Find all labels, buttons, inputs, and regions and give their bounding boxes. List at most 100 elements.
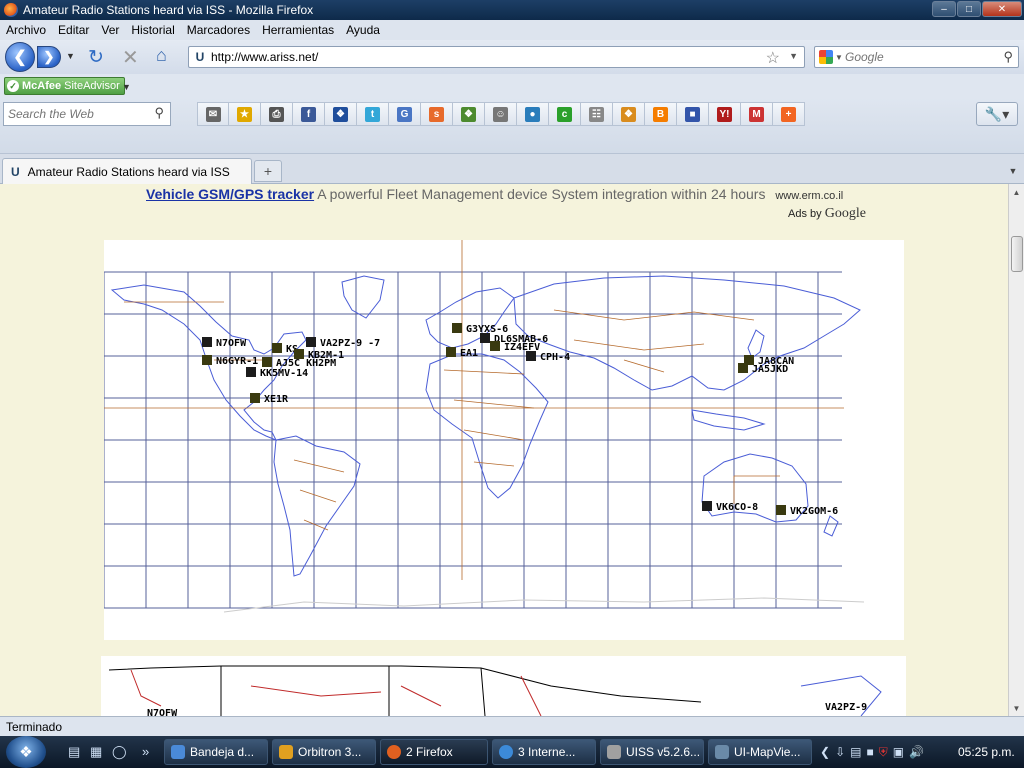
scroll-thumb[interactable] xyxy=(1011,236,1023,272)
scroll-down-icon[interactable]: ▼ xyxy=(1009,700,1024,716)
url-dropdown-icon[interactable]: ▼ xyxy=(789,51,798,61)
web-search-input[interactable] xyxy=(4,107,144,121)
quicklaunch-more-icon[interactable]: » xyxy=(142,744,149,759)
taskbar-item-firefox[interactable]: 2 Firefox xyxy=(380,739,488,765)
menu-ayuda[interactable]: Ayuda xyxy=(346,23,380,37)
station-marker[interactable]: KK5MV-14 xyxy=(246,367,308,379)
reload-icon[interactable]: ↻ xyxy=(88,46,104,69)
station-marker[interactable]: VA2PZ-9 -7 xyxy=(306,337,380,349)
forward-button[interactable]: ❯ xyxy=(37,46,61,68)
orkut-button[interactable]: c xyxy=(549,102,581,126)
history-dropdown-icon[interactable]: ▼ xyxy=(66,51,75,61)
ad-link[interactable]: Vehicle GSM/GPS tracker xyxy=(146,186,314,202)
tray-volume-icon[interactable]: 🔊 xyxy=(909,745,924,759)
taskbar-item-ui-mapview[interactable]: UI-MapVie... xyxy=(708,739,812,765)
reddit-button[interactable]: ☺ xyxy=(485,102,517,126)
search-icon[interactable]: ⚲ xyxy=(154,105,164,121)
stumbleupon-button[interactable]: s xyxy=(421,102,453,126)
bookmark-star-icon[interactable]: ☆ xyxy=(766,48,780,68)
tray-mcafee-icon[interactable]: ⛨ xyxy=(879,745,888,760)
home-icon[interactable]: ⌂ xyxy=(156,45,167,66)
gmail-button[interactable]: M xyxy=(741,102,773,126)
minimize-button[interactable]: – xyxy=(932,1,956,17)
regional-map[interactable]: N7OFW VA2PZ-9 xyxy=(101,656,906,716)
tray-network-icon[interactable]: ▤ xyxy=(850,745,861,759)
menu-historial[interactable]: Historial xyxy=(131,23,174,37)
show-desktop-icon[interactable]: ▤ xyxy=(68,744,80,760)
station-callsign[interactable]: N7OFW xyxy=(147,708,178,716)
delicious-button[interactable]: ■ xyxy=(677,102,709,126)
back-button[interactable]: ❮ xyxy=(5,42,35,72)
search-icon[interactable]: ⚲ xyxy=(1003,49,1013,65)
ads-by-google[interactable]: Ads by Google xyxy=(788,206,866,222)
favorite-star-button[interactable]: ★ xyxy=(229,102,261,126)
station-icon xyxy=(202,355,212,365)
taskbar-item-orbitron[interactable]: Orbitron 3... xyxy=(272,739,376,765)
menu-herramientas[interactable]: Herramientas xyxy=(262,23,334,37)
close-button[interactable]: ✕ xyxy=(982,1,1022,17)
tab-ariss[interactable]: U Amateur Radio Stations heard via ISS xyxy=(2,158,252,184)
station-marker[interactable]: CPH-4 xyxy=(526,351,570,363)
maximize-button[interactable]: □ xyxy=(957,1,981,17)
search-bar[interactable]: ▼ ⚲ xyxy=(814,46,1019,68)
menu-archivo[interactable]: Archivo xyxy=(6,23,46,37)
taskbar-item-uiss[interactable]: UISS v5.2.6... xyxy=(600,739,704,765)
station-callsign: N7OFW xyxy=(216,338,247,349)
vertical-scrollbar[interactable]: ▲ ▼ xyxy=(1008,184,1024,716)
search-engine-selector[interactable]: ▼ xyxy=(815,50,845,64)
station-marker[interactable]: JA5JKD xyxy=(738,363,788,375)
internet-explorer-icon[interactable]: ◯ xyxy=(112,744,127,760)
print-button[interactable]: ⎙ xyxy=(261,102,293,126)
myspace-button[interactable]: ❖ xyxy=(325,102,357,126)
tools-wrench-button[interactable]: 🔧▾ xyxy=(976,102,1018,126)
menu-ver[interactable]: Ver xyxy=(101,23,119,37)
switch-windows-icon[interactable]: ▦ xyxy=(90,744,102,760)
station-marker[interactable]: N6GYR-1 xyxy=(202,355,258,367)
tray-expand-icon[interactable]: ❮ xyxy=(820,745,830,759)
stop-icon[interactable]: ✕ xyxy=(122,45,139,70)
address-bar[interactable]: U ☆ ▼ xyxy=(188,46,805,68)
windows-live-button[interactable]: ❖ xyxy=(453,102,485,126)
blogger-icon: B xyxy=(653,106,668,122)
menu-editar[interactable]: Editar xyxy=(58,23,89,37)
taskbar-item-bandeja[interactable]: Bandeja d... xyxy=(164,739,268,765)
facebook-button[interactable]: f xyxy=(293,102,325,126)
tray-download-icon[interactable]: ⇩ xyxy=(835,745,845,759)
station-callsign[interactable]: VA2PZ-9 xyxy=(825,702,867,713)
google-logo: Google xyxy=(824,206,866,221)
new-tab-button[interactable]: + xyxy=(254,160,282,182)
station-marker[interactable]: EA1 xyxy=(446,347,478,359)
taskbar-item-internet-explorer[interactable]: 3 Interne... xyxy=(492,739,596,765)
myspace-icon: ❖ xyxy=(333,106,348,122)
digg-button[interactable]: ● xyxy=(517,102,549,126)
gmail-icon: M xyxy=(749,106,764,122)
station-marker[interactable]: XE1R xyxy=(250,393,289,405)
station-marker[interactable]: VK6CO-8 xyxy=(702,501,758,513)
station-marker[interactable]: VK2GOM-6 xyxy=(776,505,838,517)
share-button[interactable]: ☷ xyxy=(581,102,613,126)
tray-app-icon[interactable]: ■ xyxy=(866,745,873,759)
ad-domain[interactable]: www.erm.co.il xyxy=(775,190,843,202)
station-icon xyxy=(480,333,490,343)
station-icon xyxy=(250,393,260,403)
google-button[interactable]: G xyxy=(389,102,421,126)
live-button[interactable]: ❖ xyxy=(613,102,645,126)
more-button[interactable]: + xyxy=(773,102,805,126)
google-engine-icon xyxy=(819,50,833,64)
station-marker[interactable]: N7OFW xyxy=(202,337,247,349)
tab-list-dropdown-icon[interactable]: ▼ xyxy=(1004,160,1022,182)
yahoo-button[interactable]: Y! xyxy=(709,102,741,126)
blogger-button[interactable]: B xyxy=(645,102,677,126)
menu-marcadores[interactable]: Marcadores xyxy=(187,23,250,37)
url-input[interactable] xyxy=(211,48,751,66)
siteadvisor-button[interactable]: ✓ McAfee SiteAdvisor xyxy=(4,77,125,95)
web-search-box[interactable]: ⚲ xyxy=(3,102,171,126)
mail-button[interactable]: ✉ xyxy=(197,102,229,126)
search-input[interactable] xyxy=(845,50,995,64)
world-map[interactable]: N7OFWN6GYR-1KSVA2PZ-9 -7KB2M-1AJ5C KH2PM… xyxy=(103,240,904,640)
siteadvisor-dropdown-icon[interactable]: ▼ xyxy=(122,82,131,92)
twitter-button[interactable]: t xyxy=(357,102,389,126)
tray-display-icon[interactable]: ▣ xyxy=(893,745,904,759)
start-button[interactable]: ❖ xyxy=(6,736,46,768)
scroll-up-icon[interactable]: ▲ xyxy=(1009,184,1024,200)
